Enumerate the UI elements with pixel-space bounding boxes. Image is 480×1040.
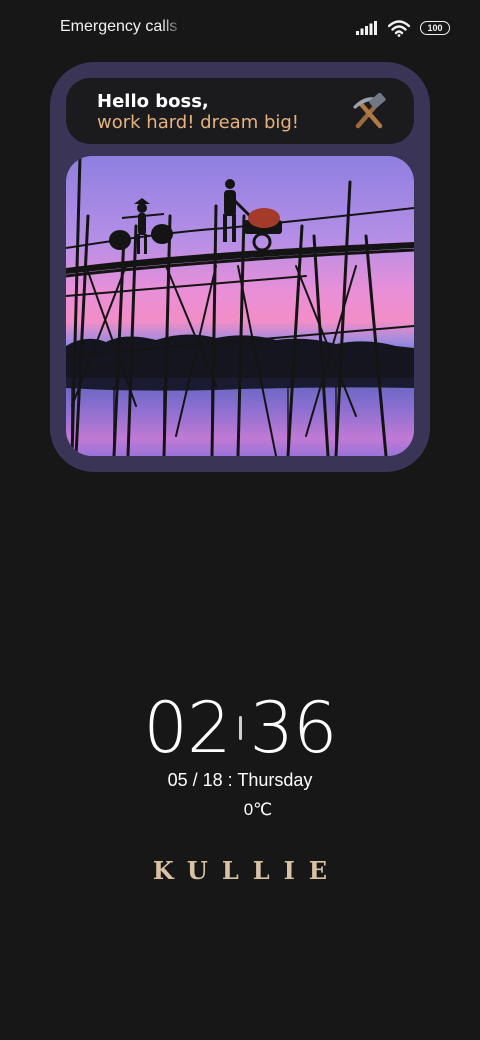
status-icons: 100 (356, 18, 450, 38)
greeting-card: Hello boss, work hard! dream big! (66, 78, 414, 144)
carrier-status-text: Emergency calls o (60, 18, 184, 36)
signal-icon (356, 21, 377, 35)
clock-separator (238, 716, 242, 740)
temperature-text: 0℃ (243, 800, 273, 819)
lock-clock: 02 36 (0, 688, 480, 768)
widget-photo (66, 156, 414, 456)
wifi-icon (388, 19, 410, 37)
status-bar: Emergency calls o 100 (0, 0, 480, 56)
clock-minutes: 36 (249, 687, 338, 769)
lock-screen: Emergency calls o 100 Hello boss, work h… (0, 0, 480, 1040)
greeting-subtitle: work hard! dream big! (97, 112, 300, 133)
signature-text: KULLIE (152, 856, 342, 885)
hammer-and-pick-icon (353, 93, 386, 129)
clock-hours: 02 (143, 687, 231, 769)
battery-icon: 100 (420, 21, 450, 35)
battery-level: 100 (427, 22, 443, 33)
greeting-photo-widget[interactable]: Hello boss, work hard! dream big! (50, 62, 430, 472)
date-text: 05 / 18 : Thursday (167, 770, 313, 790)
greeting-title: Hello boss, (97, 91, 209, 112)
